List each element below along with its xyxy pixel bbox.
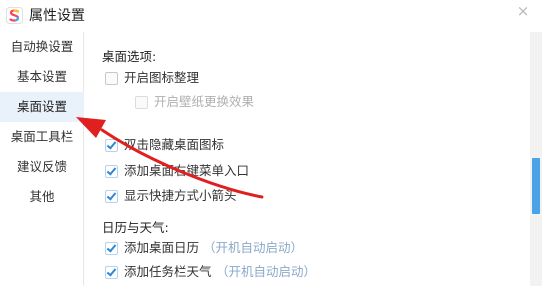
sidebar-item-desktop-toolbar[interactable]: 桌面工具栏: [0, 122, 84, 152]
check-icon: [106, 190, 117, 201]
section-title-calendar-weather: 日历与天气:: [102, 220, 169, 235]
autostart-hint: （开机自动启动）: [203, 240, 304, 255]
checkbox-unchecked[interactable]: [105, 72, 118, 85]
window-title: 属性设置: [29, 8, 85, 24]
title-bar: 属性设置 ×: [0, 0, 542, 32]
sidebar-item-feedback[interactable]: 建议反馈: [0, 152, 84, 182]
sidebar-item-other[interactable]: 其他: [0, 182, 84, 212]
section-title-desktop-options: 桌面选项:: [102, 49, 157, 64]
settings-content: 桌面选项: 开启图标整理 开启壁纸更换效果 双击隐藏桌面图标 添加桌面右键菜单入…: [85, 32, 530, 286]
scrollbar-thumb[interactable]: [532, 158, 540, 214]
checkbox-checked[interactable]: [105, 266, 118, 279]
check-icon: [106, 139, 117, 150]
checkbox-checked[interactable]: [105, 165, 118, 178]
check-icon: [106, 266, 117, 277]
checkbox-disabled: [135, 96, 148, 109]
check-icon: [106, 242, 117, 253]
checkbox-checked[interactable]: [105, 190, 118, 203]
close-icon[interactable]: ×: [514, 2, 532, 20]
sidebar-item-auto-change[interactable]: 自动换设置: [0, 32, 84, 62]
check-icon: [106, 165, 117, 176]
autostart-hint: （开机自动启动）: [216, 264, 317, 279]
app-logo-icon: [6, 7, 23, 24]
checkbox-checked[interactable]: [105, 139, 118, 152]
sidebar: 自动换设置 基本设置 桌面设置 桌面工具栏 建议反馈 其他: [0, 32, 84, 286]
checkbox-checked[interactable]: [105, 242, 118, 255]
sidebar-item-desktop[interactable]: 桌面设置: [0, 92, 84, 122]
sidebar-item-basic[interactable]: 基本设置: [0, 62, 84, 92]
